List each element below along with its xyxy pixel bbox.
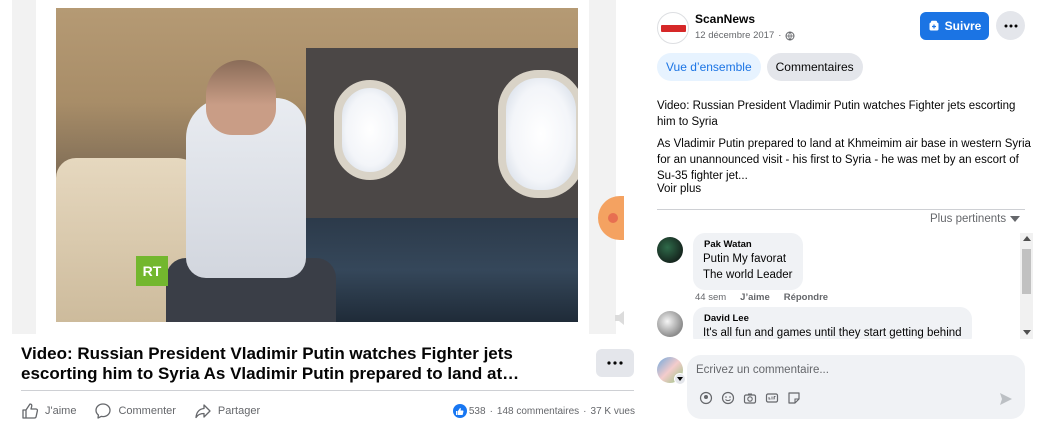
post-sidebar: ScanNews 12 décembre 2017 · Suivre Vue d… xyxy=(645,0,1044,427)
sort-label: Plus pertinents xyxy=(930,213,1007,225)
comment-text: It's all fun and games until they start … xyxy=(703,327,962,339)
follow-label: Suivre xyxy=(944,19,982,33)
avatar[interactable] xyxy=(657,237,683,263)
cabin-window xyxy=(498,70,578,198)
avatar[interactable] xyxy=(657,311,683,337)
divider xyxy=(657,209,1025,210)
like-reaction-icon xyxy=(452,404,467,418)
comment-item: Pak Watan Putin My favorat The world Lea… xyxy=(657,233,1025,290)
avatar-dropdown-icon[interactable] xyxy=(674,373,686,385)
comment-bubble: David Lee It's all fun and games until t… xyxy=(693,307,972,339)
video-title: Video: Russian President Vladimir Putin … xyxy=(21,344,513,383)
comment-input[interactable] xyxy=(696,362,996,378)
comment-reply-button[interactable]: Répondre xyxy=(784,292,828,303)
action-bar: J'aime Commenter Partager xyxy=(21,400,278,422)
globe-icon xyxy=(785,31,795,40)
separator: · xyxy=(778,30,782,41)
like-button[interactable]: J'aime xyxy=(21,402,76,420)
sticker-icon[interactable] xyxy=(787,391,801,405)
thumbs-up-icon xyxy=(456,407,464,415)
video-panel: RT Video: Russian President Vladimir Put… xyxy=(0,0,645,427)
post-tabs: Vue d’ensemble Commentaires xyxy=(657,53,863,81)
engagement-stats: 538 · 148 commentaires · 37 K vues xyxy=(452,404,635,418)
send-icon[interactable] xyxy=(998,391,1014,407)
cabin-window xyxy=(334,80,406,180)
comment-button[interactable]: Commenter xyxy=(94,402,176,420)
volume-icon[interactable] xyxy=(612,308,632,328)
comment-actions: 44 sem J’aime Répondre xyxy=(695,292,1025,303)
camera-icon[interactable] xyxy=(743,391,757,405)
next-dot-icon xyxy=(608,213,618,223)
page-name[interactable]: ScanNews xyxy=(695,12,755,26)
comment-count[interactable]: 148 commentaires xyxy=(497,406,579,417)
like-label: J'aime xyxy=(45,405,77,417)
thumbs-up-icon xyxy=(22,403,39,419)
post-meta: 12 décembre 2017 · xyxy=(695,30,795,41)
post-body: As Vladimir Putin prepared to land at Kh… xyxy=(657,138,1031,182)
reaction-count[interactable]: 538 xyxy=(469,406,486,417)
chevron-down-icon xyxy=(1010,216,1021,222)
page-avatar[interactable] xyxy=(657,12,689,44)
comment-sort-dropdown[interactable]: Plus pertinents xyxy=(930,213,1021,225)
speech-bubble-icon xyxy=(95,403,112,419)
comment-scrollbar[interactable] xyxy=(1020,233,1033,339)
comment-text: Putin My favorat The world Leader xyxy=(703,253,793,281)
comment-author[interactable]: Pak Watan xyxy=(704,239,793,250)
avatar-sticker-icon[interactable] xyxy=(699,391,713,405)
comment-item: David Lee It's all fun and games until t… xyxy=(657,307,1025,339)
divider xyxy=(21,390,634,391)
ellipsis-icon xyxy=(607,361,623,365)
share-button[interactable]: Partager xyxy=(194,402,260,420)
follow-page-icon xyxy=(929,20,939,31)
separator: · xyxy=(489,405,493,417)
channel-logo: RT xyxy=(136,256,168,286)
scrollbar-thumb[interactable] xyxy=(1022,249,1031,294)
post-date[interactable]: 12 décembre 2017 xyxy=(695,30,774,41)
post-more-button[interactable] xyxy=(996,11,1025,40)
post-headline: Video: Russian President Vladimir Putin … xyxy=(657,100,1016,128)
emoji-icon[interactable] xyxy=(721,391,735,405)
video-player[interactable]: RT xyxy=(12,0,616,334)
tab-comments[interactable]: Commentaires xyxy=(766,53,863,81)
comment-author[interactable]: David Lee xyxy=(704,313,962,324)
comment-bubble: Pak Watan Putin My favorat The world Lea… xyxy=(693,233,803,290)
scroll-down-arrow-icon[interactable] xyxy=(1023,330,1031,335)
scroll-up-arrow-icon[interactable] xyxy=(1023,236,1031,241)
ellipsis-icon xyxy=(1004,24,1017,27)
see-more-link[interactable]: Voir plus xyxy=(657,183,701,195)
gif-icon[interactable] xyxy=(765,391,779,405)
scannews-logo xyxy=(661,25,686,32)
share-arrow-icon xyxy=(195,404,211,419)
separator: · xyxy=(583,405,587,417)
composer-toolbar xyxy=(699,391,801,405)
share-label: Partager xyxy=(217,405,261,417)
comment-time[interactable]: 44 sem xyxy=(695,292,726,303)
tab-overview[interactable]: Vue d’ensemble xyxy=(657,53,761,81)
follow-button[interactable]: Suivre xyxy=(920,12,989,40)
more-options-button[interactable] xyxy=(596,349,634,377)
comment-composer xyxy=(687,355,1025,419)
video-thumbnail[interactable]: RT xyxy=(56,8,578,322)
comment-list: Pak Watan Putin My favorat The world Lea… xyxy=(657,233,1025,339)
person-shape xyxy=(206,60,276,135)
view-count: 37 K vues xyxy=(590,405,635,417)
comment-label: Commenter xyxy=(118,405,176,417)
comment-like-button[interactable]: J’aime xyxy=(740,292,770,303)
